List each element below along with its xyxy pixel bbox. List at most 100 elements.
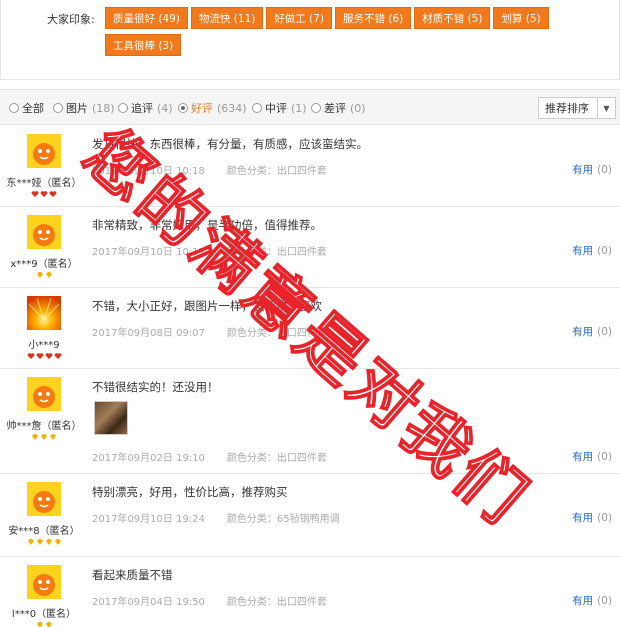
rank-diamond-icon — [45, 539, 52, 545]
radio-icon[interactable] — [53, 103, 63, 113]
useful-button[interactable]: 有用 (0) — [572, 449, 612, 464]
review-row: x***9（匿名） 非常精致，非常好用，是半功倍，值得推荐。 2017年09月1… — [0, 207, 620, 288]
useful-count: (0) — [597, 451, 612, 463]
review-meta: 2017年09月10日 10:18 颜色分类：出口四件套 — [92, 162, 327, 177]
avatar — [27, 565, 61, 599]
review-date: 2017年09月10日 10:18 — [92, 166, 205, 177]
useful-count: (0) — [597, 326, 612, 338]
rank-diamond-icon — [45, 272, 52, 278]
review-row: 安***8（匿名） 特别漂亮，好用，性价比高，推荐购买 2017年09月10日 … — [0, 474, 620, 557]
rank-heart-icon — [36, 353, 43, 359]
review-text: 看起来质量不错 — [92, 568, 173, 582]
reviewer-rank — [0, 190, 88, 198]
filter-negative[interactable]: 差评 (0) — [311, 100, 366, 116]
review-date: 2017年09月02日 19:10 — [92, 453, 205, 464]
rank-diamond-icon — [54, 539, 61, 545]
useful-count: (0) — [597, 595, 612, 607]
rank-diamond-icon — [32, 434, 38, 440]
reviewer-name: l***0（匿名） — [11, 609, 77, 620]
reviewer-rank — [0, 621, 88, 627]
sort-label: 推荐排序 — [545, 102, 589, 115]
useful-button[interactable]: 有用 (0) — [572, 593, 612, 608]
rank-heart-icon — [54, 353, 61, 359]
avatar — [27, 377, 61, 411]
reviewer-name: 帅***詹（匿名） — [6, 421, 82, 432]
review-filter-bar: 全部 图片 (18) 追评 (4) 好评 (634) 中评 (1) 差评 (0) 推荐排序… — [0, 89, 620, 125]
radio-icon[interactable] — [178, 103, 188, 113]
review-row: 东***娅（匿名） 发货很快，东西很棒，有分量，有质感，应该蛮结实。 2017年… — [0, 126, 620, 207]
rank-diamond-icon — [41, 434, 47, 440]
impression-tag[interactable]: 服务不错 (6) — [335, 7, 412, 29]
review-row: 小***9 不错，大小正好，跟图片一样，发货快，喜欢 2017年09月08日 0… — [0, 288, 620, 369]
review-photo-thumbnail[interactable] — [94, 401, 128, 435]
filter-neutral[interactable]: 中评 (1) — [252, 100, 307, 116]
rank-heart-icon — [49, 191, 57, 197]
reviewer: 东***娅（匿名） — [0, 134, 88, 198]
review-date: 2017年09月08日 09:07 — [92, 328, 205, 339]
useful-button[interactable]: 有用 (0) — [572, 243, 612, 258]
reviewer-name: 东***娅（匿名） — [6, 178, 82, 189]
reviewer: 帅***詹（匿名） — [0, 377, 88, 441]
review-meta: 2017年09月08日 09:07 颜色分类：出口四件套 — [92, 324, 327, 339]
impression-panel: 大家印象: 质量很好 (49) 物流快 (11) 好做工 (7) 服务不错 (6) 材质… — [0, 0, 620, 80]
radio-icon[interactable] — [118, 103, 128, 113]
filter-pictures[interactable]: 图片 (18) — [53, 100, 115, 116]
impression-tag[interactable]: 好做工 (7) — [266, 7, 333, 29]
rank-diamond-icon — [36, 272, 43, 278]
reviewer: l***0（匿名） — [0, 565, 88, 627]
reviewer-name: x***9（匿名） — [10, 259, 78, 270]
rank-diamond-icon — [50, 434, 56, 440]
radio-icon[interactable] — [9, 103, 19, 113]
review-spec: 颜色分类：65毡钢鸭用调 — [226, 514, 340, 525]
useful-count: (0) — [597, 164, 612, 176]
reviewer-rank — [0, 538, 88, 546]
review-row: l***0（匿名） 看起来质量不错 2017年09月04日 19:50 颜色分类：… — [0, 557, 620, 627]
rank-heart-icon — [31, 191, 39, 197]
review-text: 不错，大小正好，跟图片一样，发货快，喜欢 — [92, 299, 322, 313]
sort-dropdown[interactable]: 推荐排序 ▼ — [538, 97, 616, 119]
review-meta: 2017年09月10日 19:24 颜色分类：65毡钢鸭用调 — [92, 510, 340, 525]
review-text: 不错很结实的！还没用！ — [92, 380, 219, 394]
impression-tag[interactable]: 划算 (5) — [493, 7, 549, 29]
useful-button[interactable]: 有用 (0) — [572, 162, 612, 177]
useful-button[interactable]: 有用 (0) — [572, 324, 612, 339]
impression-tag[interactable]: 物流快 (11) — [190, 7, 264, 29]
review-spec: 颜色分类：出口四件套 — [226, 597, 327, 608]
review-meta: 2017年09月02日 19:10 颜色分类：出口四件套 — [92, 449, 327, 464]
review-meta: 2017年09月10日 10:17 颜色分类：出口四件套 — [92, 243, 327, 258]
impression-tag[interactable]: 材质不错 (5) — [414, 7, 491, 29]
review-spec: 颜色分类：出口四件套 — [226, 166, 327, 177]
review-spec: 颜色分类：出口四件套 — [226, 247, 327, 258]
filter-followup[interactable]: 追评 (4) — [118, 100, 173, 116]
useful-button[interactable]: 有用 (0) — [572, 510, 612, 525]
rank-diamond-icon — [45, 622, 52, 627]
avatar — [27, 296, 61, 330]
impression-tags: 质量很好 (49) 物流快 (11) 好做工 (7) 服务不错 (6) 材质不错 (5)… — [105, 7, 575, 61]
chevron-down-icon[interactable]: ▼ — [597, 98, 615, 118]
review-text: 非常精致，非常好用，是半功倍，值得推荐。 — [92, 218, 322, 232]
rank-diamond-icon — [36, 539, 43, 545]
impression-tag[interactable]: 工具很棒 (3) — [105, 34, 182, 56]
review-text: 特别漂亮，好用，性价比高，推荐购买 — [92, 485, 288, 499]
avatar — [27, 134, 61, 168]
rank-heart-icon — [40, 191, 48, 197]
filter-all[interactable]: 全部 — [9, 100, 48, 116]
reviewer-rank — [0, 271, 88, 279]
useful-count: (0) — [597, 245, 612, 257]
radio-icon[interactable] — [311, 103, 321, 113]
reviewer: 小***9 — [0, 296, 88, 360]
reviewer: x***9（匿名） — [0, 215, 88, 279]
reviewer-rank — [0, 433, 88, 441]
review-spec: 颜色分类：出口四件套 — [226, 328, 327, 339]
review-date: 2017年09月10日 10:17 — [92, 247, 205, 258]
radio-icon[interactable] — [252, 103, 262, 113]
impression-label: 大家印象: — [47, 13, 95, 26]
avatar — [27, 482, 61, 516]
review-spec: 颜色分类：出口四件套 — [226, 453, 327, 464]
filter-positive[interactable]: 好评 (634) — [178, 100, 247, 116]
reviewer-name: 小***9 — [28, 340, 60, 351]
impression-tag[interactable]: 质量很好 (49) — [105, 7, 188, 29]
rank-diamond-icon — [27, 539, 34, 545]
review-date: 2017年09月04日 19:50 — [92, 597, 205, 608]
reviewer-rank — [0, 352, 88, 360]
